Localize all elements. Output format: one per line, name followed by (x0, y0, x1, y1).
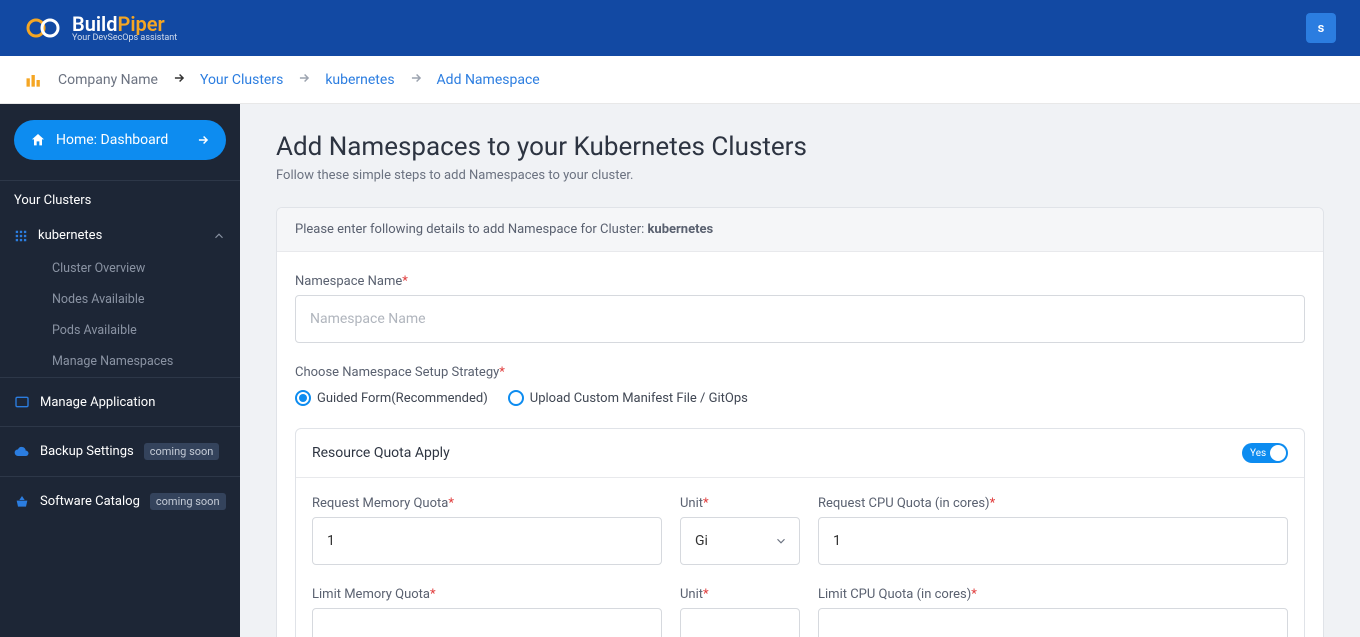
radio-label: Guided Form(Recommended) (317, 391, 488, 406)
cluster-label: kubernetes (38, 228, 102, 243)
req-cpu-label: Request CPU Quota (in cores)* (818, 496, 1288, 511)
page-subtitle: Follow these simple steps to add Namespa… (276, 168, 1324, 183)
sidebar-item-manage-namespaces[interactable]: Manage Namespaces (0, 346, 240, 377)
unit2-select[interactable] (680, 608, 800, 637)
grid-icon (14, 229, 28, 243)
req-mem-input[interactable] (312, 517, 662, 565)
radio-unselected-icon (508, 390, 524, 406)
sidebar: Home: Dashboard Your Clusters kubernetes… (0, 104, 240, 637)
resource-quota-card: Resource Quota Apply Yes Request Memory … (295, 428, 1305, 637)
main-content: Add Namespaces to your Kubernetes Cluste… (240, 104, 1360, 637)
sidebar-section-label: Your Clusters (0, 193, 240, 218)
brand-tagline: Your DevSecOps assistant (72, 34, 177, 43)
breadcrumb: Company Name Your Clusters kubernetes Ad… (0, 56, 1360, 104)
cloud-icon (14, 444, 30, 460)
logo-rings-icon (24, 16, 64, 40)
coming-soon-tag: coming soon (150, 493, 226, 510)
basket-icon (14, 494, 30, 510)
radio-selected-icon (295, 390, 311, 406)
arrow-right-icon (297, 71, 311, 89)
radio-label: Upload Custom Manifest File / GitOps (530, 391, 748, 406)
page-title: Add Namespaces to your Kubernetes Cluste… (276, 132, 1324, 162)
row-label: Software Catalog (40, 494, 140, 509)
toggle-label: Yes (1250, 448, 1266, 459)
breadcrumb-add-namespace[interactable]: Add Namespace (437, 72, 540, 88)
toggle-knob (1270, 445, 1286, 461)
arrow-right-icon (172, 71, 186, 89)
namespace-name-input[interactable] (295, 295, 1305, 343)
brand-build: Build (72, 12, 118, 36)
header-prefix: Please enter following details to add Na… (295, 222, 647, 237)
chevron-up-icon (212, 229, 226, 243)
header-cluster: kubernetes (647, 222, 713, 237)
req-cpu-input[interactable] (818, 517, 1288, 565)
row-label: Backup Settings (40, 444, 134, 459)
namespace-name-label: Namespace Name* (295, 274, 1305, 289)
strategy-upload-radio[interactable]: Upload Custom Manifest File / GitOps (508, 390, 748, 406)
brand-piper: Piper (118, 12, 165, 36)
quota-title: Resource Quota Apply (312, 445, 450, 461)
company-icon (24, 70, 44, 90)
lim-cpu-label: Limit CPU Quota (in cores)* (818, 587, 1288, 602)
lim-cpu-input[interactable] (818, 608, 1288, 637)
sidebar-item-pods[interactable]: Pods Availaible (0, 315, 240, 346)
sidebar-cluster-kubernetes[interactable]: kubernetes (0, 218, 240, 253)
sidebar-item-nodes[interactable]: Nodes Availaible (0, 284, 240, 315)
unit2-label: Unit* (680, 587, 800, 602)
lim-mem-input[interactable] (312, 608, 662, 637)
home-icon (30, 132, 46, 148)
strategy-label: Choose Namespace Setup Strategy* (295, 365, 1305, 380)
user-avatar[interactable]: s (1306, 13, 1336, 43)
sidebar-item-software-catalog[interactable]: Software Catalog coming soon (0, 476, 240, 526)
home-dashboard-button[interactable]: Home: Dashboard (14, 120, 226, 160)
home-label: Home: Dashboard (56, 132, 168, 148)
arrow-right-icon (196, 133, 210, 147)
sidebar-item-backup-settings[interactable]: Backup Settings coming soon (0, 426, 240, 476)
sidebar-item-cluster-overview[interactable]: Cluster Overview (0, 253, 240, 284)
unit-label: Unit* (680, 496, 800, 511)
brand-logo[interactable]: BuildPiper Your DevSecOps assistant (24, 14, 177, 43)
quota-toggle[interactable]: Yes (1242, 443, 1288, 463)
sidebar-item-manage-application[interactable]: Manage Application (0, 377, 240, 426)
breadcrumb-company: Company Name (58, 72, 158, 88)
coming-soon-tag: coming soon (144, 443, 220, 460)
card-header: Please enter following details to add Na… (277, 208, 1323, 252)
lim-mem-label: Limit Memory Quota* (312, 587, 662, 602)
topbar: BuildPiper Your DevSecOps assistant s (0, 0, 1360, 56)
namespace-form-card: Please enter following details to add Na… (276, 207, 1324, 637)
breadcrumb-kubernetes[interactable]: kubernetes (325, 72, 394, 88)
breadcrumb-clusters[interactable]: Your Clusters (200, 72, 283, 88)
row-label: Manage Application (40, 395, 155, 410)
strategy-guided-radio[interactable]: Guided Form(Recommended) (295, 390, 488, 406)
arrow-right-icon (409, 71, 423, 89)
unit-select[interactable] (680, 517, 800, 565)
app-icon (14, 394, 30, 410)
req-mem-label: Request Memory Quota* (312, 496, 662, 511)
